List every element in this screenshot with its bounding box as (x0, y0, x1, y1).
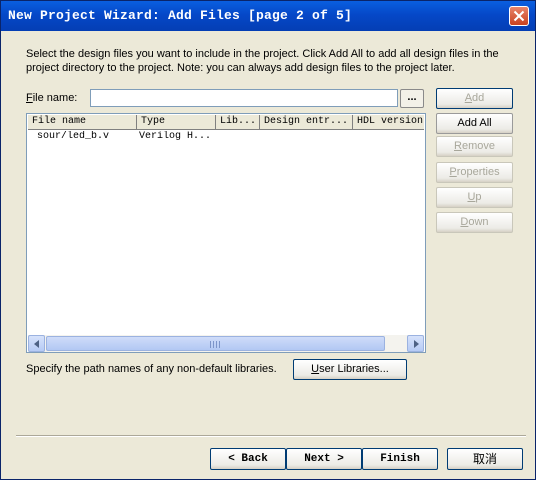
scrollbar-thumb[interactable] (46, 336, 385, 351)
cell-file-name: sour/led_b.v (37, 131, 110, 142)
close-icon (513, 10, 525, 22)
file-name-label-hotkey: F (26, 92, 33, 104)
instructions-text: Select the design files you want to incl… (26, 48, 499, 74)
dialog-body: Select the design files you want to incl… (1, 31, 535, 479)
window-title: New Project Wizard: Add Files [page 2 of… (8, 8, 353, 23)
user-libraries-button[interactable]: User Libraries... (293, 359, 407, 380)
next-button[interactable]: Next > (286, 448, 362, 470)
file-list[interactable]: File name Type Lib... Design entr... HDL… (26, 113, 426, 353)
move-up-button-label-post: p (475, 191, 482, 203)
column-header-hdl-version[interactable]: HDL version (353, 115, 424, 130)
file-name-input[interactable] (90, 89, 398, 107)
column-header-library[interactable]: Lib... (216, 115, 260, 130)
user-libraries-hotkey: U (311, 363, 320, 375)
remove-button-hotkey: R (454, 140, 462, 152)
library-paths-text: Specify the path names of any non-defaul… (26, 363, 277, 375)
arrow-right-icon (414, 340, 419, 348)
add-all-button[interactable]: Add All (436, 113, 513, 134)
remove-button-label-post: emove (461, 140, 495, 152)
title-bar[interactable]: New Project Wizard: Add Files [page 2 of… (1, 1, 535, 31)
horizontal-scrollbar[interactable] (28, 335, 424, 352)
remove-button[interactable]: Remove (436, 136, 513, 157)
cancel-button[interactable]: 取消 (447, 448, 523, 470)
column-header-design-entry[interactable]: Design entr... (260, 115, 353, 130)
arrow-left-icon (34, 340, 39, 348)
move-down-button-label-post: own (468, 216, 489, 228)
browse-button[interactable]: ... (400, 89, 424, 108)
move-down-button[interactable]: Down (436, 212, 513, 233)
column-header-type[interactable]: Type (137, 115, 216, 130)
file-list-header: File name Type Lib... Design entr... HDL… (28, 115, 424, 130)
cell-type: Verilog H... (139, 131, 212, 142)
column-header-file-name[interactable]: File name (28, 115, 137, 130)
scroll-right-button[interactable] (407, 335, 424, 352)
move-up-button[interactable]: Up (436, 187, 513, 208)
file-name-label-text: ile name: (32, 92, 78, 104)
add-button[interactable]: Add (436, 88, 513, 109)
close-button[interactable] (509, 6, 529, 26)
table-row[interactable]: sour/led_b.v Verilog H... (28, 131, 424, 144)
finish-button[interactable]: Finish (362, 448, 438, 470)
properties-button[interactable]: Properties (436, 162, 513, 183)
new-project-wizard-dialog: New Project Wizard: Add Files [page 2 of… (0, 0, 536, 480)
scroll-left-button[interactable] (28, 335, 45, 352)
add-button-hotkey: A (464, 92, 473, 104)
user-libraries-label-post: ser Libraries... (319, 363, 389, 375)
back-button[interactable]: < Back (210, 448, 286, 470)
footer-separator (16, 435, 526, 437)
add-button-label-post: dd (472, 92, 485, 104)
properties-button-label-post: roperties (456, 166, 500, 178)
file-name-label: File name: (26, 92, 77, 104)
properties-button-hotkey: P (449, 166, 457, 178)
grip-icon (210, 341, 220, 348)
